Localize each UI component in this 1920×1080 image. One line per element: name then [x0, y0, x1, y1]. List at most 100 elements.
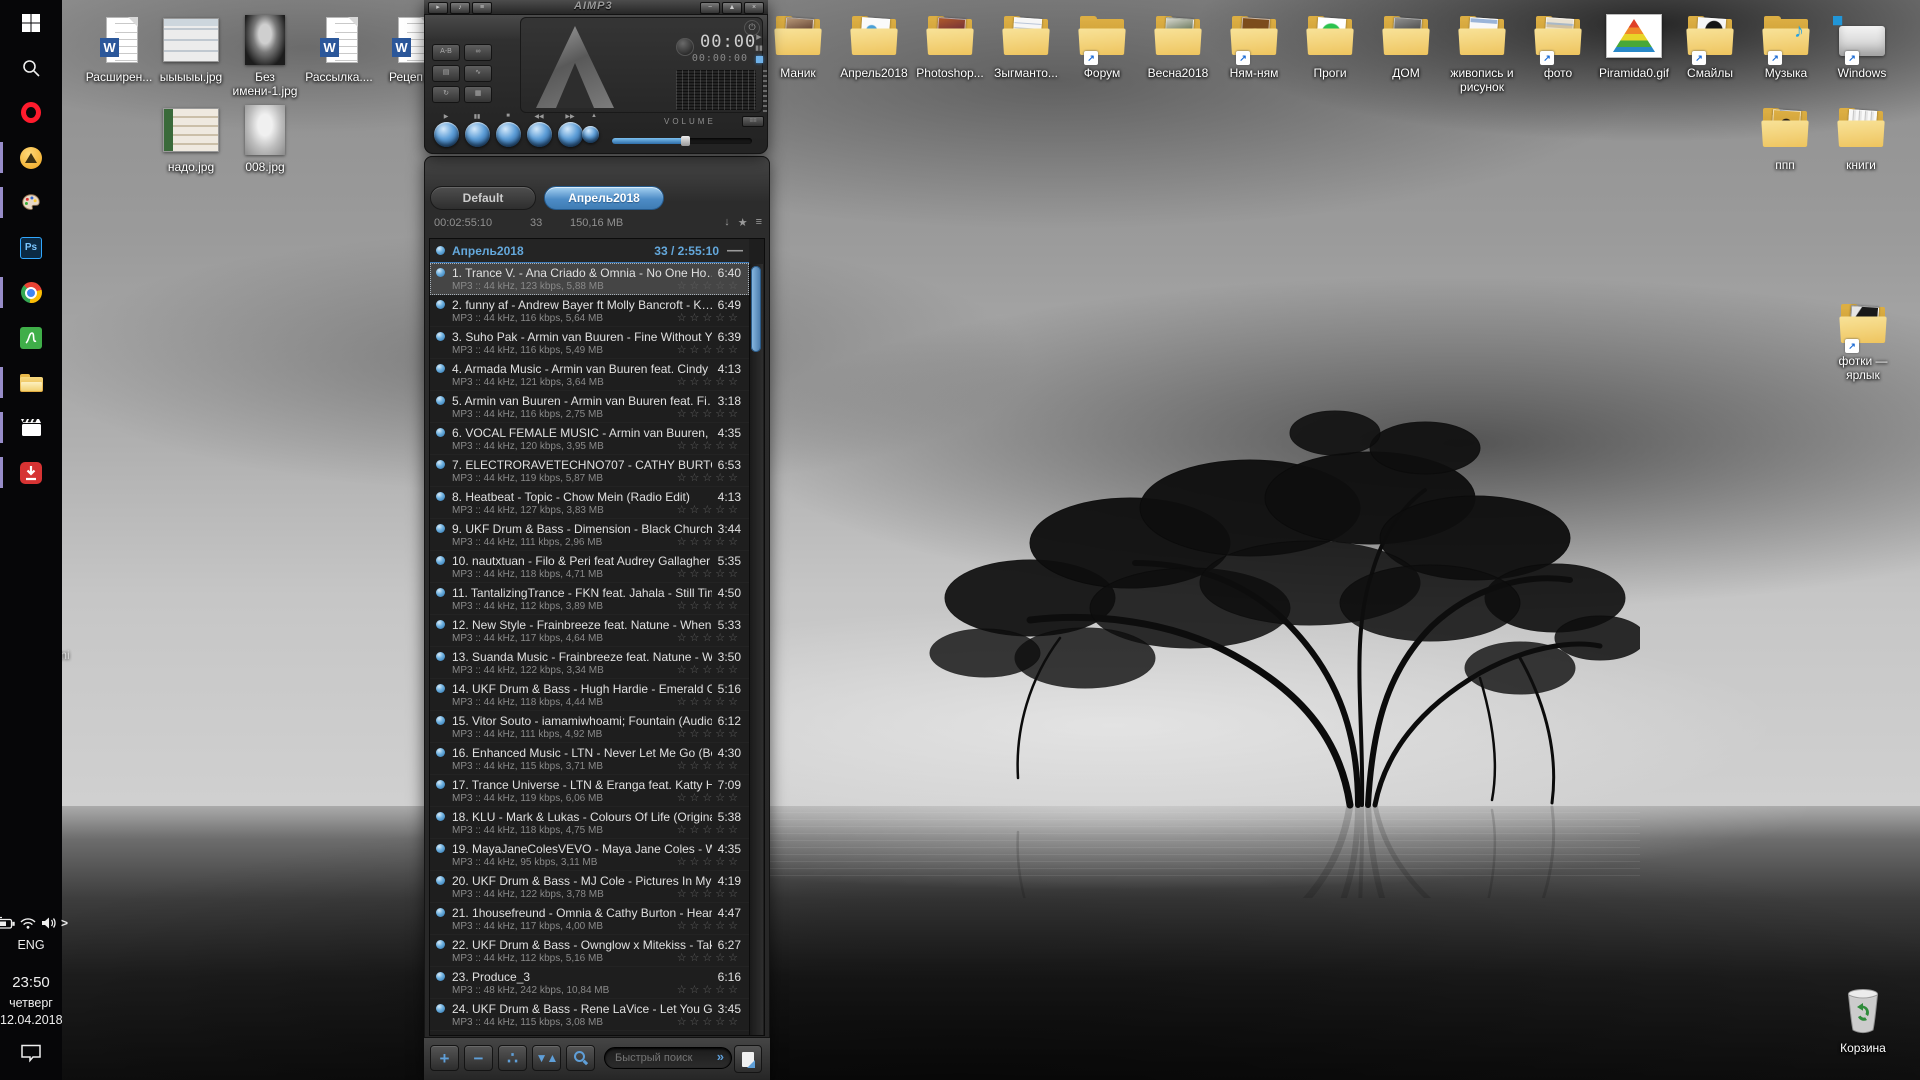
track-rating-stars[interactable]: ☆☆☆☆☆: [677, 633, 741, 644]
notification-center-icon[interactable]: [19, 1043, 43, 1068]
chevron-right-icon[interactable]: >: [61, 916, 68, 930]
menu-icon[interactable]: ≡: [756, 216, 762, 229]
stop-button[interactable]: [496, 122, 521, 147]
track-row[interactable]: 12. New Style - Frainbreeze feat. Natune…: [430, 615, 749, 647]
spectrum-visualizer[interactable]: [676, 70, 756, 110]
track-row[interactable]: 13. Suanda Music - Frainbreeze feat. Nat…: [430, 647, 749, 679]
track-row[interactable]: 11. TantalizingTrance - FKN feat. Jahala…: [430, 583, 749, 615]
track-rating-stars[interactable]: ☆☆☆☆☆: [677, 857, 741, 868]
menu-mini-icon[interactable]: ≡: [472, 2, 492, 14]
desktop-icon-проги[interactable]: Проги: [1291, 10, 1369, 80]
track-row[interactable]: 18. KLU - Mark & Lukas - Colours Of Life…: [430, 807, 749, 839]
track-row[interactable]: 4. Armada Music - Armin van Buuren feat.…: [430, 359, 749, 391]
track-rating-stars[interactable]: ☆☆☆☆☆: [677, 505, 741, 516]
ab-repeat-button[interactable]: A-B: [432, 44, 460, 61]
repeat-button[interactable]: ↻: [432, 86, 460, 103]
aimp-player-window[interactable]: ▸♪≡ AIMP3 −▲× A-B∞▤∿↻▦ ⏻ 00:00 00:00:00 …: [424, 0, 768, 154]
track-rating-stars[interactable]: ☆☆☆☆☆: [677, 345, 741, 356]
desktop-icon-ппп[interactable]: ппп: [1746, 102, 1824, 172]
battery-icon[interactable]: [0, 916, 16, 930]
search-button[interactable]: [566, 1045, 595, 1071]
scrollbar-thumb[interactable]: [751, 266, 761, 352]
playlist-scrollbar[interactable]: [749, 264, 763, 1035]
desktop-icon-фотки-ярлык[interactable]: ↗фотки — ярлык: [1824, 298, 1902, 382]
aimp-playlist-window[interactable]: DefaultАпрель2018 00:02:55:10 33 150,16 …: [424, 156, 770, 1080]
track-row[interactable]: 6. VOCAL FEMALE MUSIC - Armin van Buuren…: [430, 423, 749, 455]
track-rating-stars[interactable]: ☆☆☆☆☆: [677, 665, 741, 676]
track-row[interactable]: 16. Enhanced Music - LTN - Never Let Me …: [430, 743, 749, 775]
eject-button[interactable]: [582, 126, 599, 143]
play-button[interactable]: [434, 122, 459, 147]
collapse-button[interactable]: ▲: [722, 2, 742, 14]
equalizer-mini-button[interactable]: ≡≡: [742, 116, 764, 127]
copy-button[interactable]: ▤: [432, 65, 460, 82]
track-rating-stars[interactable]: ☆☆☆☆☆: [677, 825, 741, 836]
quick-search-input[interactable]: [604, 1047, 732, 1069]
shuffle-button[interactable]: ∴: [498, 1045, 527, 1071]
playlist-group-header[interactable]: Апрель2018 33 / 2:55:10 —: [430, 239, 749, 263]
desktop-icon-надо-jpg[interactable]: надо.jpg: [152, 104, 230, 174]
playlist-tab-default[interactable]: Default: [430, 186, 536, 210]
desktop-icon-форум[interactable]: ↗Форум: [1063, 10, 1141, 80]
download-icon[interactable]: [0, 450, 62, 495]
pause-button[interactable]: [465, 122, 490, 147]
corel-icon[interactable]: [0, 315, 62, 360]
desktop-icon-апрель2018[interactable]: Апрель2018: [835, 10, 913, 80]
minimize-button[interactable]: −: [700, 2, 720, 14]
opera-icon[interactable]: [0, 90, 62, 135]
search-icon[interactable]: [0, 45, 62, 90]
track-row[interactable]: 10. nautxtuan - Filo & Peri feat Audrey …: [430, 551, 749, 583]
track-row[interactable]: 19. MayaJaneColesVEVO - Maya Jane Coles …: [430, 839, 749, 871]
visualization-button[interactable]: ▦: [464, 86, 492, 103]
track-row[interactable]: 17. Trance Universe - LTN & Eranga feat.…: [430, 775, 749, 807]
track-row[interactable]: 7. ELECTRORAVETECHNO707 - CATHY BURTON ……: [430, 455, 749, 487]
search-more-icon[interactable]: »: [717, 1049, 724, 1064]
desktop-icon-музыка[interactable]: ♪↗Музыка: [1747, 10, 1825, 80]
desktop-icon-без-имени-1-jpg[interactable]: Без имени-1.jpg: [226, 14, 304, 98]
desktop-icon-книги[interactable]: книги: [1822, 102, 1900, 172]
track-row[interactable]: 22. UKF Drum & Bass - Ownglow x Mitekiss…: [430, 935, 749, 967]
track-rating-stars[interactable]: ☆☆☆☆☆: [677, 1017, 741, 1028]
language-indicator[interactable]: ENG: [0, 938, 62, 952]
playlist-tab-апрель2018[interactable]: Апрель2018: [544, 186, 664, 210]
track-rating-stars[interactable]: ☆☆☆☆☆: [677, 793, 741, 804]
track-rating-stars[interactable]: ☆☆☆☆☆: [677, 313, 741, 324]
track-rating-stars[interactable]: ☆☆☆☆☆: [677, 729, 741, 740]
movie-icon[interactable]: [0, 405, 62, 450]
desktop-icon-расширен[interactable]: WРасширен...: [80, 14, 158, 84]
desktop-icon-живопись-и-рисунок[interactable]: живопись и рисунок: [1443, 10, 1521, 94]
photoshop-icon[interactable]: Ps: [0, 225, 62, 270]
track-rating-stars[interactable]: ☆☆☆☆☆: [677, 281, 741, 292]
sort-button[interactable]: ▼▲: [532, 1045, 561, 1071]
desktop-icon-фото[interactable]: ↗фото: [1519, 10, 1597, 80]
track-row[interactable]: 24. UKF Drum & Bass - Rene LaVice - Let …: [430, 999, 749, 1031]
track-rating-stars[interactable]: ☆☆☆☆☆: [677, 377, 741, 388]
track-row[interactable]: 20. UKF Drum & Bass - MJ Cole - Pictures…: [430, 871, 749, 903]
desktop-icon-маник[interactable]: Маник: [759, 10, 837, 80]
new-playlist-button[interactable]: [734, 1045, 762, 1073]
track-rating-stars[interactable]: ☆☆☆☆☆: [677, 761, 741, 772]
track-rating-stars[interactable]: ☆☆☆☆☆: [677, 441, 741, 452]
chrome-icon[interactable]: [0, 270, 62, 315]
add-button[interactable]: +: [430, 1045, 459, 1071]
track-rating-stars[interactable]: ☆☆☆☆☆: [677, 889, 741, 900]
desktop-icon-корзина[interactable]: Корзина: [1824, 985, 1902, 1055]
balance-slider[interactable]: [763, 70, 767, 114]
track-row[interactable]: 2. funny af - Andrew Bayer ft Molly Banc…: [430, 295, 749, 327]
track-rating-stars[interactable]: ☆☆☆☆☆: [677, 921, 741, 932]
next-button[interactable]: [558, 122, 583, 147]
track-row[interactable]: 23. Produce_36:16MP3 :: 48 kHz, 242 kbps…: [430, 967, 749, 999]
remove-button[interactable]: −: [464, 1045, 493, 1071]
favorites-icon[interactable]: ★: [738, 216, 748, 229]
volume-slider[interactable]: [612, 138, 752, 144]
track-rating-stars[interactable]: ☆☆☆☆☆: [677, 985, 741, 996]
play-mini-icon[interactable]: ▸: [428, 2, 448, 14]
paint-icon[interactable]: [0, 180, 62, 225]
wave-button[interactable]: ∿: [464, 65, 492, 82]
track-rating-stars[interactable]: ☆☆☆☆☆: [677, 953, 741, 964]
volume-icon[interactable]: [40, 916, 58, 930]
start-icon[interactable]: [0, 0, 62, 45]
desktop-icon-смайлы[interactable]: ↗Смайлы: [1671, 10, 1749, 80]
track-rating-stars[interactable]: ☆☆☆☆☆: [677, 601, 741, 612]
desktop-icon-photoshop[interactable]: Photoshop...: [911, 10, 989, 80]
